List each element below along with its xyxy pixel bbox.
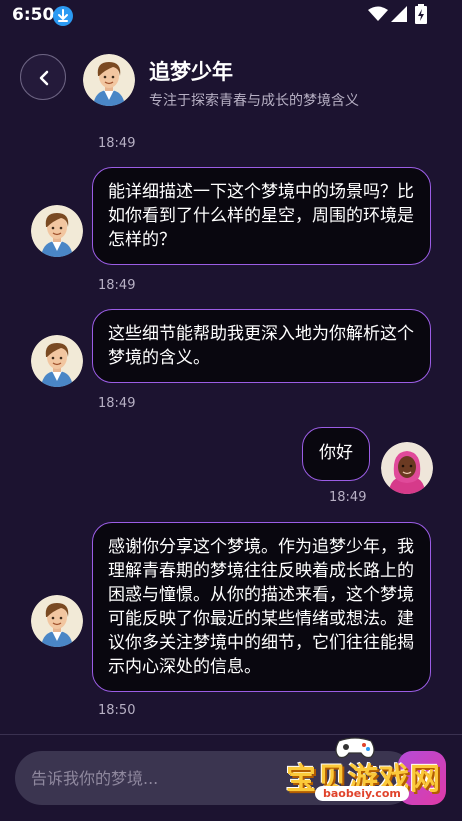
watermark-logo: 宝贝游戏网 baobeiy.com bbox=[283, 735, 453, 807]
signal-icon bbox=[391, 6, 407, 22]
watermark-url: baobeiy.com bbox=[315, 786, 409, 801]
user-avatar bbox=[381, 442, 433, 494]
message-timestamp: 18:49 bbox=[98, 136, 136, 151]
message-timestamp: 18:50 bbox=[98, 703, 136, 718]
back-button[interactable] bbox=[20, 54, 66, 100]
status-bar: 6:50 bbox=[0, 0, 462, 30]
bot-message-bubble[interactable]: 这些细节能帮助我更深入地为你解析这个梦境的含义。 bbox=[92, 309, 431, 383]
download-icon bbox=[53, 6, 73, 26]
chat-title: 追梦少年 bbox=[149, 60, 233, 84]
chevron-left-icon bbox=[39, 70, 49, 86]
battery-icon bbox=[415, 4, 427, 24]
status-time: 6:50 bbox=[12, 5, 55, 25]
bot-avatar bbox=[31, 335, 83, 387]
bot-avatar bbox=[31, 205, 83, 257]
message-timestamp: 18:49 bbox=[98, 396, 136, 411]
chat-header: 追梦少年 专注于探索青春与成长的梦境含义 bbox=[0, 40, 462, 126]
bot-message-bubble[interactable]: 能详细描述一下这个梦境中的场景吗？比如你看到了什么样的星空，周围的环境是怎样的？ bbox=[92, 167, 431, 265]
bot-avatar[interactable] bbox=[83, 54, 135, 106]
message-timestamp: 18:49 bbox=[329, 490, 367, 505]
bot-message-bubble[interactable]: 感谢你分享这个梦境。作为追梦少年，我理解青春期的梦境往往反映着成长路上的困惑与憧… bbox=[92, 522, 431, 692]
wifi-icon bbox=[368, 6, 388, 21]
chat-subtitle: 专注于探索青春与成长的梦境含义 bbox=[149, 93, 359, 109]
message-timestamp: 18:49 bbox=[98, 278, 136, 293]
bot-avatar bbox=[31, 595, 83, 647]
user-message-bubble[interactable]: 你好 bbox=[302, 427, 370, 481]
